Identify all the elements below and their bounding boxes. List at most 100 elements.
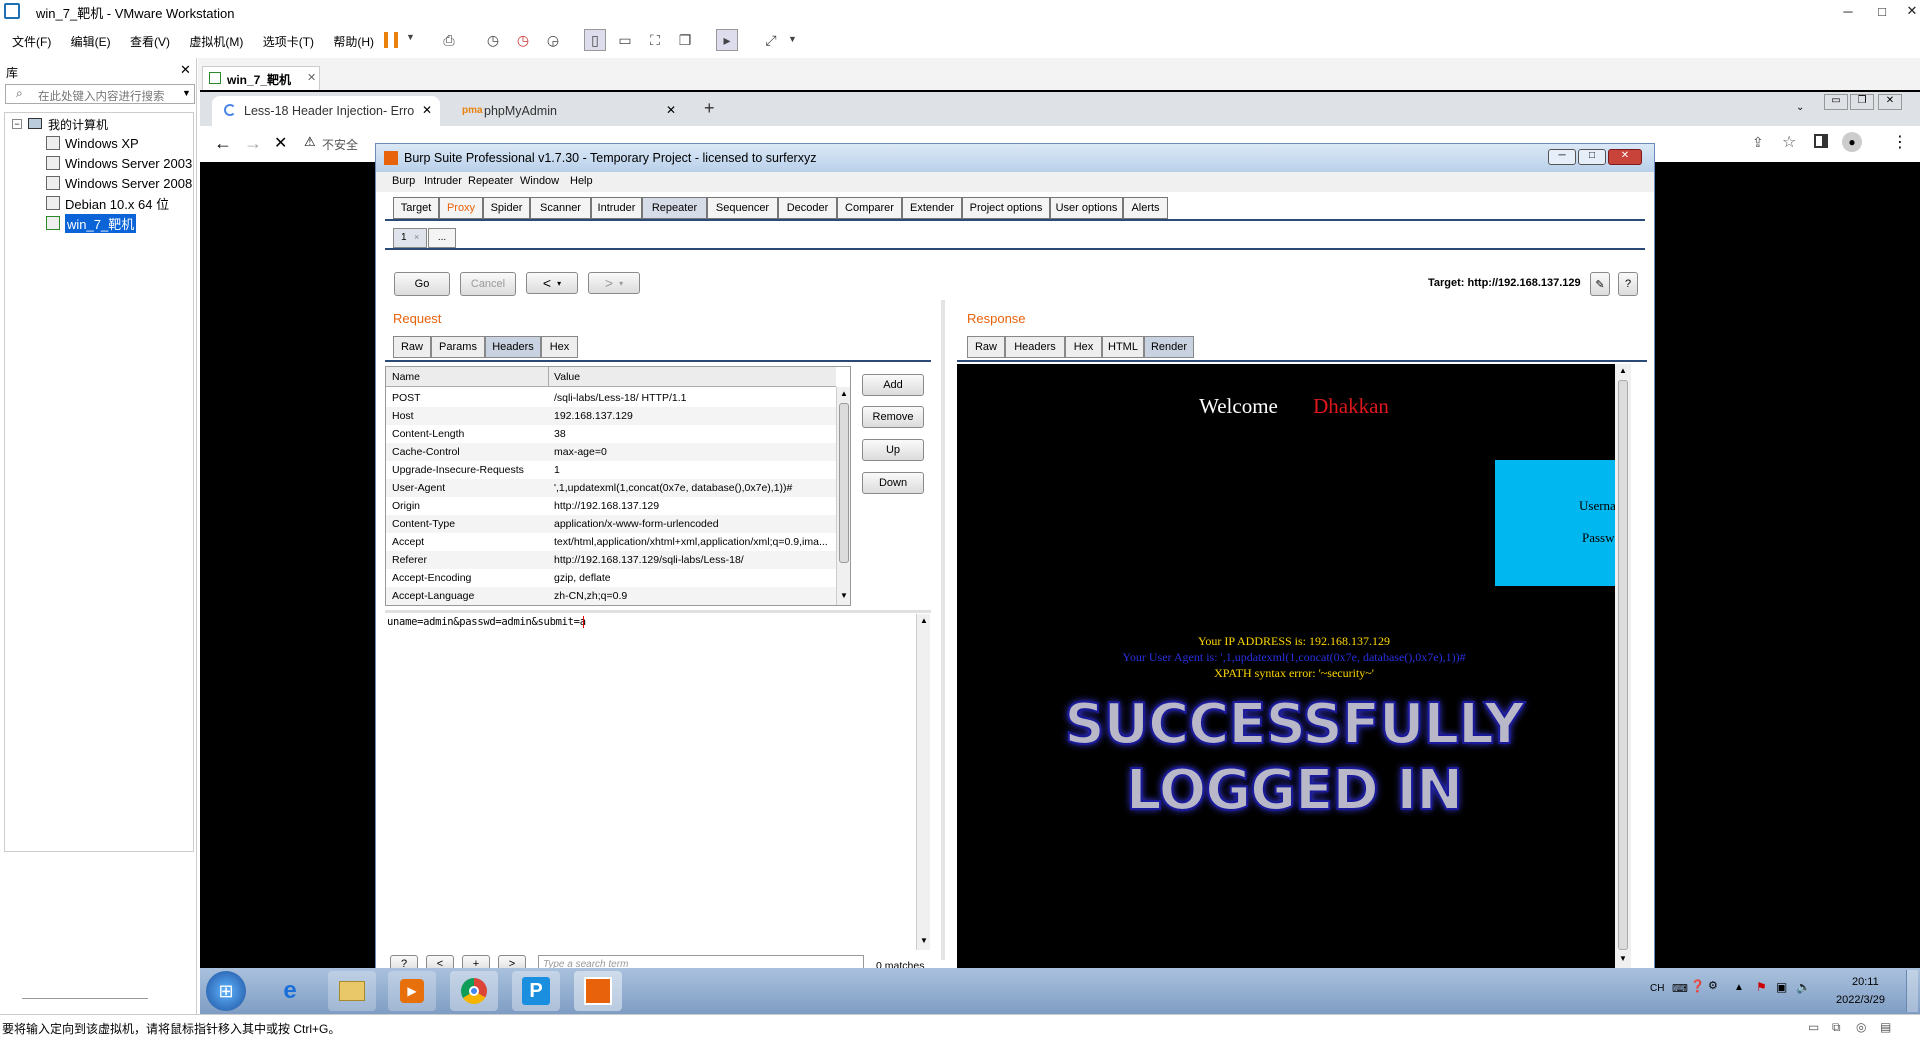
taskbar-chrome-icon[interactable] <box>450 971 498 1011</box>
profile-icon[interactable]: ● <box>1842 132 1862 152</box>
tray-volume-icon[interactable]: 🔈 <box>1796 980 1811 994</box>
full-screen-icon[interactable]: ⛶ <box>644 29 666 51</box>
vm-tab[interactable]: win_7_靶机 ✕ <box>202 66 320 90</box>
taskbar-burp-icon[interactable] <box>574 971 622 1011</box>
cancel-button[interactable]: Cancel <box>460 272 516 296</box>
taskbar-ie-icon[interactable]: e <box>266 971 314 1011</box>
stretch-icon[interactable]: ⤢ <box>760 29 782 51</box>
send-ctrl-alt-del-icon[interactable]: ⎙ <box>438 29 460 51</box>
burp-maximize-icon[interactable]: □ <box>1578 149 1606 165</box>
split-divider[interactable] <box>385 610 931 613</box>
browser-tab-close-icon[interactable]: ✕ <box>666 103 676 117</box>
back-icon[interactable]: ← <box>214 133 232 154</box>
tab-proxy[interactable]: Proxy <box>439 197 483 219</box>
unity-icon[interactable]: ❐ <box>674 29 696 51</box>
tab-extender[interactable]: Extender <box>902 197 962 219</box>
taskbar-media-player-icon[interactable]: ▶ <box>388 971 436 1011</box>
stop-icon[interactable]: ✕ <box>274 133 287 153</box>
header-row[interactable]: Referer http://192.168.137.129/sqli-labs/… <box>386 551 836 569</box>
down-button[interactable]: Down <box>862 472 924 494</box>
new-tab-icon[interactable]: + <box>704 98 715 119</box>
header-row[interactable]: Content-Type application/x-www-form-urlen… <box>386 515 836 533</box>
add-button[interactable]: Add <box>862 374 924 396</box>
response-tab-raw[interactable]: Raw <box>967 336 1005 358</box>
guest-close-icon[interactable]: ✕ <box>1878 94 1902 110</box>
back-history-button[interactable]: < ▾ <box>526 272 578 294</box>
header-row[interactable]: Accept text/html,application/xhtml+xml,ap… <box>386 533 836 551</box>
request-body[interactable]: uname=admin&passwd=admin&submit=a <box>387 616 586 628</box>
guest-minimize-icon[interactable]: ▭ <box>1824 94 1848 110</box>
request-tab-headers[interactable]: Headers <box>485 336 541 358</box>
burp-minimize-icon[interactable]: ─ <box>1548 149 1576 165</box>
request-body-editor[interactable]: uname=admin&passwd=admin&submit=a ▲ ▼ <box>385 614 931 950</box>
tree-vm-win2003[interactable]: Windows Server 2003 <box>46 154 192 172</box>
header-row[interactable]: Content-Length 38 <box>386 425 836 443</box>
header-row[interactable]: Host 192.168.137.129 <box>386 407 836 425</box>
library-close-icon[interactable]: ✕ <box>180 62 191 78</box>
forward-icon[interactable]: → <box>244 133 262 154</box>
tray-help-icon[interactable]: ❓ <box>1690 979 1705 993</box>
dropdown-arrow-icon[interactable]: ▼ <box>406 32 415 42</box>
tree-collapse-icon[interactable]: − <box>12 119 22 129</box>
repeater-tab-close-icon[interactable]: × <box>414 232 419 242</box>
tab-alerts[interactable]: Alerts <box>1123 197 1168 219</box>
scroll-thumb[interactable] <box>839 403 849 563</box>
menu-tabs[interactable]: 选项卡(T) <box>263 33 314 50</box>
status-message-icon[interactable]: ▤ <box>1880 1020 1891 1034</box>
go-button[interactable]: Go <box>394 272 450 296</box>
request-tab-raw[interactable]: Raw <box>393 336 431 358</box>
scroll-down-icon[interactable]: ▼ <box>840 591 848 600</box>
search-dropdown-icon[interactable]: ▼ <box>182 88 191 98</box>
tree-vm-win2008[interactable]: Windows Server 2008 <box>46 174 192 192</box>
body-scrollbar[interactable]: ▲ ▼ <box>916 614 930 950</box>
stretch-dropdown-icon[interactable]: ▼ <box>788 34 797 44</box>
tree-root[interactable]: 我的计算机 <box>48 116 108 133</box>
vm-tab-close-icon[interactable]: ✕ <box>307 71 316 84</box>
snapshot-icon[interactable]: ◷ <box>482 29 504 51</box>
tab-scanner[interactable]: Scanner <box>530 197 591 219</box>
remove-button[interactable]: Remove <box>862 406 924 428</box>
scroll-down-icon[interactable]: ▼ <box>1619 954 1627 963</box>
tree-vm-winxp[interactable]: Windows XP <box>46 134 139 152</box>
headers-scrollbar[interactable]: ▲ ▼ <box>836 387 850 605</box>
tab-decoder[interactable]: Decoder <box>778 197 837 219</box>
up-button[interactable]: Up <box>862 439 924 461</box>
share-icon[interactable]: ⇪ <box>1752 134 1764 151</box>
header-row[interactable]: Accept-Language zh-CN,zh;q=0.9 <box>386 587 836 605</box>
scroll-thumb[interactable] <box>1618 380 1628 950</box>
tray-language[interactable]: CH <box>1650 983 1664 994</box>
header-row[interactable]: Origin http://192.168.137.129 <box>386 497 836 515</box>
header-row[interactable]: Cache-Control max-age=0 <box>386 443 836 461</box>
show-desktop-button[interactable] <box>1906 970 1918 1012</box>
tab-sequencer[interactable]: Sequencer <box>707 197 778 219</box>
tab-target[interactable]: Target <box>393 197 439 219</box>
browser-tab-active[interactable]: Less-18 Header Injection- Erro ✕ <box>212 96 440 126</box>
header-row[interactable]: Accept-Encoding gzip, deflate <box>386 569 836 587</box>
console-icon[interactable]: ▸ <box>716 29 738 51</box>
thumbnail-bar-icon[interactable]: ▭ <box>614 29 636 51</box>
scroll-up-icon[interactable]: ▲ <box>920 616 928 625</box>
burp-menu-help[interactable]: Help <box>570 175 593 187</box>
library-search[interactable]: ⌕ 在此处键入内容进行搜索 ▼ <box>5 84 195 104</box>
maximize-icon[interactable]: □ <box>1870 0 1894 22</box>
start-button[interactable]: ⊞ <box>206 971 246 1011</box>
tree-vm-win7[interactable]: win_7_靶机 <box>46 213 137 233</box>
burp-close-icon[interactable]: ✕ <box>1608 149 1642 165</box>
tab-spider[interactable]: Spider <box>483 197 530 219</box>
tree-vm-debian[interactable]: Debian 10.x 64 位 <box>46 194 169 212</box>
side-panel-icon[interactable] <box>1814 134 1828 148</box>
header-row[interactable]: POST/sqli-labs/Less-18/ HTTP/1.1 <box>386 389 836 407</box>
scroll-up-icon[interactable]: ▲ <box>840 389 848 398</box>
menu-edit[interactable]: 编辑(E) <box>71 33 111 50</box>
snapshot-manager-icon[interactable]: ◶ <box>542 29 564 51</box>
request-tab-hex[interactable]: Hex <box>541 336 578 358</box>
show-library-icon[interactable]: ▯ <box>584 29 606 51</box>
scroll-up-icon[interactable]: ▲ <box>1619 366 1627 375</box>
status-cd-icon[interactable]: ◎ <box>1856 1020 1866 1034</box>
repeater-tab-1[interactable]: 1 × <box>393 228 427 248</box>
render-scrollbar[interactable]: ▲ ▼ <box>1615 364 1631 968</box>
status-network-icon[interactable]: ⧉ <box>1832 1020 1841 1035</box>
tab-user-options[interactable]: User options <box>1050 197 1123 219</box>
response-tab-hex[interactable]: Hex <box>1065 336 1102 358</box>
repeater-tab-new[interactable]: ... <box>428 228 456 248</box>
